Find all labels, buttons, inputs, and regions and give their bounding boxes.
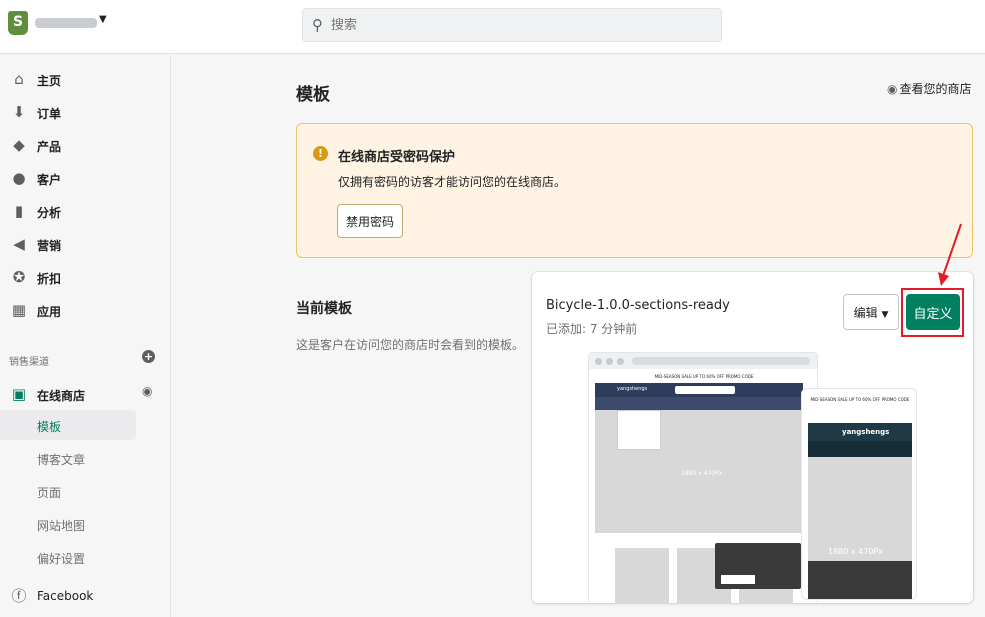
sidebar-subitem-blog-posts[interactable]: 博客文章 bbox=[0, 443, 136, 473]
sidebar-subitem-themes[interactable]: 模板 bbox=[0, 410, 136, 440]
page-title: 模板 bbox=[296, 85, 330, 105]
apps-icon: ▦ bbox=[11, 301, 27, 319]
view-store-link[interactable]: ◉ 查看您的商店 bbox=[887, 80, 972, 97]
desktop-promo-bar: MID-SEASON SALE UP TO 60% OFF PROMO CODE bbox=[595, 370, 813, 383]
view-store-label: 查看您的商店 bbox=[899, 82, 972, 96]
sidebar-item-apps[interactable]: ▦ 应用 bbox=[0, 297, 171, 325]
search-box[interactable]: ⚲ bbox=[302, 8, 722, 42]
sidebar-item-label: 分析 bbox=[37, 206, 62, 220]
discount-icon: ✪ bbox=[12, 268, 26, 286]
sidebar-item-label: 客户 bbox=[37, 173, 62, 187]
sidebar-item-label: Facebook bbox=[37, 589, 94, 603]
desktop-product-tile bbox=[615, 548, 669, 603]
sidebar-item-label: 订单 bbox=[37, 107, 62, 121]
browser-chrome bbox=[589, 353, 817, 369]
desktop-search-box bbox=[675, 386, 735, 394]
sidebar-subitem-label: 模板 bbox=[37, 420, 62, 434]
add-channel-icon[interactable]: + bbox=[142, 350, 155, 363]
desktop-preview: MID-SEASON SALE UP TO 60% OFF PROMO CODE… bbox=[588, 352, 818, 603]
password-protection-banner: ! 在线商店受密码保护 仅拥有密码的访客才能访问您的在线商店。 禁用密码 bbox=[296, 123, 973, 258]
tag-icon: ◆ bbox=[13, 136, 25, 154]
mobile-shipping-bar bbox=[808, 441, 912, 457]
sidebar-subitem-pages[interactable]: 页面 bbox=[0, 476, 136, 506]
sidebar-item-label: 在线商店 bbox=[37, 389, 86, 403]
disable-password-button[interactable]: 禁用密码 bbox=[337, 204, 403, 238]
sidebar-subitem-label: 博客文章 bbox=[37, 453, 86, 467]
caret-down-icon[interactable]: ▼ bbox=[99, 14, 107, 25]
desktop-cookie-accept bbox=[721, 575, 755, 584]
sidebar-subitem-label: 网站地图 bbox=[37, 519, 86, 533]
search-input[interactable] bbox=[331, 15, 711, 35]
theme-added-time: 已添加: 7 分钟前 bbox=[546, 322, 638, 336]
sidebar-item-analytics[interactable]: ▮ 分析 bbox=[0, 198, 171, 226]
sidebar-item-orders[interactable]: ⬇ 订单 bbox=[0, 99, 171, 127]
edit-dropdown-button[interactable]: 编辑 ▼ bbox=[843, 294, 899, 330]
sidebar-item-label: 产品 bbox=[37, 140, 62, 154]
sidebar-item-discounts[interactable]: ✪ 折扣 bbox=[0, 264, 171, 292]
caret-down-icon: ▼ bbox=[881, 309, 889, 320]
top-bar: ▼ ⚲ bbox=[0, 0, 985, 54]
sidebar-item-home[interactable]: ⌂ 主页 bbox=[0, 66, 171, 94]
window-dot-icon bbox=[606, 358, 613, 365]
sidebar-subitem-preferences[interactable]: 偏好设置 bbox=[0, 542, 136, 572]
desktop-cookie-popup bbox=[715, 543, 801, 589]
facebook-icon: ⓕ bbox=[11, 587, 27, 605]
orders-icon: ⬇ bbox=[12, 103, 26, 121]
desktop-category-menu bbox=[617, 410, 661, 450]
banner-description: 仅拥有密码的访客才能访问您的在线商店。 bbox=[338, 175, 567, 189]
desktop-nav: yangshengs bbox=[595, 383, 803, 397]
theme-name: Bicycle-1.0.0-sections-ready bbox=[546, 298, 730, 313]
browser-url-bar bbox=[632, 357, 810, 365]
sidebar-subitem-label: 偏好设置 bbox=[37, 552, 86, 566]
mobile-cookie-popup bbox=[808, 561, 912, 599]
sidebar-item-products[interactable]: ◆ 产品 bbox=[0, 132, 171, 160]
search-icon: ⚲ bbox=[312, 16, 323, 34]
person-icon: ● bbox=[12, 169, 26, 187]
annotation-arrow-icon bbox=[938, 223, 962, 286]
current-theme-heading: 当前模板 bbox=[296, 301, 352, 317]
edit-label: 编辑 bbox=[853, 305, 878, 320]
sidebar-item-customers[interactable]: ● 客户 bbox=[0, 165, 171, 193]
store-name[interactable] bbox=[35, 18, 97, 28]
mobile-store-name: yangshengs bbox=[842, 428, 890, 436]
desktop-hero-label: 1880 x 470Px bbox=[681, 470, 723, 477]
mobile-promo-bar: MID-SEASON SALE UP TO 60% OFF PROMO CODE bbox=[808, 395, 912, 423]
sales-channels-label: 销售渠道 bbox=[9, 357, 49, 368]
sidebar-subitem-navigation[interactable]: 网站地图 bbox=[0, 509, 136, 539]
sidebar-item-label: 应用 bbox=[37, 305, 62, 319]
mobile-hero-label: 1880 x 470Px bbox=[828, 547, 884, 556]
store-icon: ▣ bbox=[11, 385, 27, 403]
sidebar-item-label: 主页 bbox=[37, 74, 62, 88]
current-theme-description: 这是客户在访问您的商店时会看到的模板。 bbox=[296, 338, 525, 352]
desktop-info-bar bbox=[595, 397, 803, 410]
desktop-store-name: yangshengs bbox=[617, 386, 648, 392]
sidebar-item-label: 营销 bbox=[37, 239, 62, 253]
home-icon: ⌂ bbox=[14, 70, 24, 88]
sidebar-item-marketing[interactable]: ◀ 营销 bbox=[0, 231, 171, 259]
sidebar-subitem-label: 页面 bbox=[37, 486, 62, 500]
sidebar: ⌂ 主页 ⬇ 订单 ◆ 产品 ● 客户 ▮ 分析 ◀ 营销 ✪ 折扣 ▦ 应用 … bbox=[0, 54, 171, 617]
eye-icon: ◉ bbox=[887, 82, 898, 96]
megaphone-icon: ◀ bbox=[13, 235, 25, 253]
highlight-box bbox=[901, 288, 964, 337]
warning-icon: ! bbox=[313, 146, 328, 161]
shopify-logo-icon[interactable] bbox=[8, 11, 28, 35]
sidebar-item-label: 折扣 bbox=[37, 272, 62, 286]
window-dot-icon bbox=[617, 358, 624, 365]
mobile-preview: MID-SEASON SALE UP TO 60% OFF PROMO CODE… bbox=[801, 388, 917, 600]
window-dot-icon bbox=[595, 358, 602, 365]
analytics-icon: ▮ bbox=[14, 202, 24, 220]
eye-icon[interactable]: ◉ bbox=[142, 384, 152, 398]
banner-title: 在线商店受密码保护 bbox=[338, 150, 456, 165]
mobile-nav: yangshengs bbox=[808, 423, 912, 441]
sidebar-item-facebook[interactable]: ⓕ Facebook bbox=[0, 583, 171, 611]
